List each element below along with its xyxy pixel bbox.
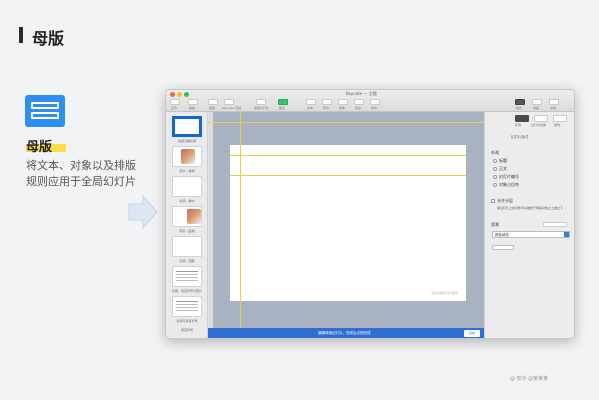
window-titlebar: Keynote — 主题 显示 缩放 播放 Keynote 直播 添加幻灯片 图… (166, 90, 574, 112)
feature-desc-line-1: 将文本、对象以及排版 (26, 159, 136, 172)
background-color-well[interactable] (543, 222, 567, 227)
slide-thumbnail[interactable] (172, 266, 202, 287)
keynote-live-label: Keynote 直播 (222, 106, 242, 110)
format-inspector: 外观 幻灯片切换 排列 幻灯片版式 外观 标题 正文 幻灯片编号 对象占位符 允… (484, 112, 574, 338)
master-slide-icon (25, 95, 65, 127)
close-window-button[interactable] (170, 92, 175, 97)
document-button[interactable] (549, 99, 559, 105)
alignment-guide (208, 122, 484, 123)
object-placeholder-checkbox[interactable] (493, 183, 497, 187)
document-label: 文稿 (550, 106, 557, 110)
media-button[interactable] (338, 99, 348, 105)
minimize-window-button[interactable] (177, 92, 182, 97)
add-slide-button[interactable] (256, 99, 266, 105)
arrow-right-icon (128, 194, 158, 230)
background-section-label: 背景 (491, 222, 499, 227)
tab-transition[interactable] (534, 115, 548, 122)
slide-thumbnail[interactable] (172, 146, 202, 167)
body-checkbox[interactable] (493, 167, 497, 171)
alignment-guide (230, 155, 466, 156)
shape-button[interactable] (322, 99, 332, 105)
chart-label: 图表 (279, 106, 286, 110)
alignment-guide (230, 175, 466, 176)
slide-thumbnail[interactable] (172, 236, 202, 257)
slide-number-option-label: 幻灯片编号 (499, 174, 519, 179)
fill-type-value: 颜色填充 (495, 233, 509, 237)
view-button[interactable] (170, 99, 180, 105)
view-label: 显示 (171, 106, 178, 110)
color-swatch[interactable] (492, 245, 514, 250)
shape-label: 形状 (323, 106, 330, 110)
slide-thumbnail[interactable] (172, 176, 202, 197)
format-button[interactable] (515, 99, 525, 105)
feature-title-wrap: 母版 (26, 136, 66, 155)
vertical-ruler (208, 112, 213, 330)
slide-thumbnail-label: 标题－顶部 (179, 259, 195, 263)
page-title: 母版 (32, 29, 65, 48)
text-button[interactable] (306, 99, 316, 105)
allow-layering-checkbox[interactable] (491, 199, 495, 203)
inspector-subtitle: 幻灯片版式 (511, 135, 529, 139)
slide-number-checkbox[interactable] (493, 175, 497, 179)
fill-type-select[interactable]: 颜色填充 (492, 231, 570, 238)
done-button[interactable]: 完成 (464, 330, 480, 337)
slide-thumbnail-label: 标题与副标题 (177, 139, 196, 143)
appearance-section-label: 外观 (491, 150, 499, 155)
slide-thumbnail[interactable] (172, 296, 202, 317)
zoom-window-button[interactable] (184, 92, 189, 97)
feature-desc-line-2: 规则应用于全局幻灯片 (26, 175, 136, 188)
master-slide[interactable]: 演示文稿幻灯片编号 (230, 145, 466, 301)
allow-layering-label: 允许分层 (497, 198, 513, 203)
feature-title: 母版 (26, 140, 53, 155)
slide-thumbnail-label: 项目符号 (180, 328, 193, 332)
watermark: @ 知乎 @某某某 (510, 376, 549, 382)
slide-thumbnail[interactable] (172, 206, 202, 227)
play-label: 播放 (209, 106, 216, 110)
collaborate-label: 协作 (371, 106, 378, 110)
slide-thumbnail-label: 标题－居中 (179, 199, 195, 203)
slide-thumbnail-label: 标题、项目符号与照片 (171, 289, 202, 293)
keynote-window: Keynote — 主题 显示 缩放 播放 Keynote 直播 添加幻灯片 图… (165, 89, 575, 339)
text-label: 文本 (307, 106, 314, 110)
master-edit-bar: 编辑母版幻灯片，完成后点按完成 完成 (208, 328, 484, 338)
chart-button[interactable] (278, 99, 288, 105)
slide-thumbnail-label: 照片－横排 (179, 169, 195, 173)
keynote-live-button[interactable] (224, 99, 234, 105)
collaborate-button[interactable] (370, 99, 380, 105)
zoom-button[interactable] (188, 99, 198, 105)
feature-description: 将文本、对象以及排版 规则应用于全局幻灯片 (26, 158, 166, 190)
tab-arrange-label: 排列 (554, 123, 561, 127)
master-edit-message: 编辑母版幻灯片，完成后点按完成 (318, 331, 371, 335)
tab-arrange[interactable] (553, 115, 567, 122)
chevron-down-icon (564, 232, 569, 237)
tab-appearance-label: 外观 (515, 123, 522, 127)
window-title: Keynote — 主题 (346, 91, 377, 96)
zoom-label: 缩放 (189, 106, 196, 110)
slide-number-placeholder: 演示文稿幻灯片编号 (430, 291, 458, 295)
animate-label: 动画 (533, 106, 540, 110)
slide-navigator: 标题与副标题 照片－横排 标题－居中 照片－竖排 标题－顶部 标题、项目符号与照… (166, 112, 208, 338)
alignment-guide (240, 145, 241, 301)
title-option-label: 标题 (499, 158, 507, 163)
allow-layering-note: 使幻灯片上的对象可以被置于母版对象之上或之下 (497, 206, 564, 210)
format-label: 格式 (516, 106, 523, 110)
media-label: 媒体 (339, 106, 346, 110)
animate-button[interactable] (532, 99, 542, 105)
slide-canvas[interactable]: 演示文稿幻灯片编号 (208, 112, 484, 330)
inspector-tabs: 外观 幻灯片切换 排列 (485, 114, 574, 128)
title-checkbox[interactable] (493, 159, 497, 163)
slide-thumbnail-label: 照片－竖排 (179, 229, 195, 233)
comment-button[interactable] (354, 99, 364, 105)
header-accent-bar (19, 27, 23, 43)
tab-appearance[interactable] (515, 115, 529, 122)
slide-thumbnail-label: 标题与项目符号 (176, 319, 198, 323)
tab-transition-label: 幻灯片切换 (531, 123, 547, 127)
play-button[interactable] (208, 99, 218, 105)
body-option-label: 正文 (499, 166, 507, 171)
object-placeholder-option-label: 对象占位符 (499, 182, 519, 187)
comment-label: 批注 (355, 106, 362, 110)
slide-thumbnail[interactable] (172, 116, 202, 137)
add-slide-label: 添加幻灯片 (254, 106, 270, 110)
